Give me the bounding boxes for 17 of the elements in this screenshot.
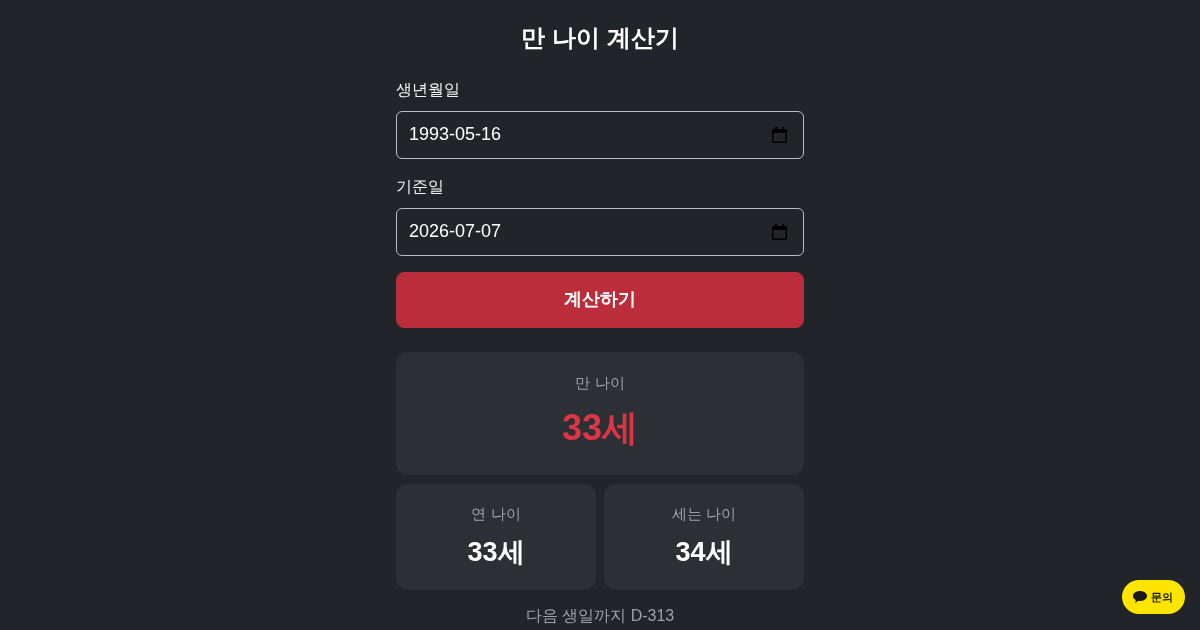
field-label: 기준일 xyxy=(396,176,444,197)
field-label: 생년월일 xyxy=(396,79,460,100)
date-field[interactable]: 1993-05-16 xyxy=(396,110,804,159)
calendar-icon[interactable] xyxy=(772,126,787,143)
age-value: 33세 xyxy=(467,536,525,569)
calculate-button[interactable]: 계산하기 xyxy=(396,271,804,328)
calendar-icon[interactable] xyxy=(772,223,787,240)
next-birthday-text: 다음 생일까지 D-313 xyxy=(524,606,676,627)
age-value: 33세 xyxy=(561,405,638,449)
result-label: 만 나이 xyxy=(575,372,625,393)
result-label: 연 나이 xyxy=(471,504,521,524)
age-value: 34세 xyxy=(675,536,733,569)
speech-bubble-icon xyxy=(1133,591,1147,603)
date-field[interactable]: 2026-07-07 xyxy=(396,207,804,256)
result-label: 세는 나이 xyxy=(671,504,737,524)
inquiry-button[interactable]: 문의 xyxy=(1122,580,1185,614)
page-title: 만 나이 계산기 xyxy=(520,24,680,53)
